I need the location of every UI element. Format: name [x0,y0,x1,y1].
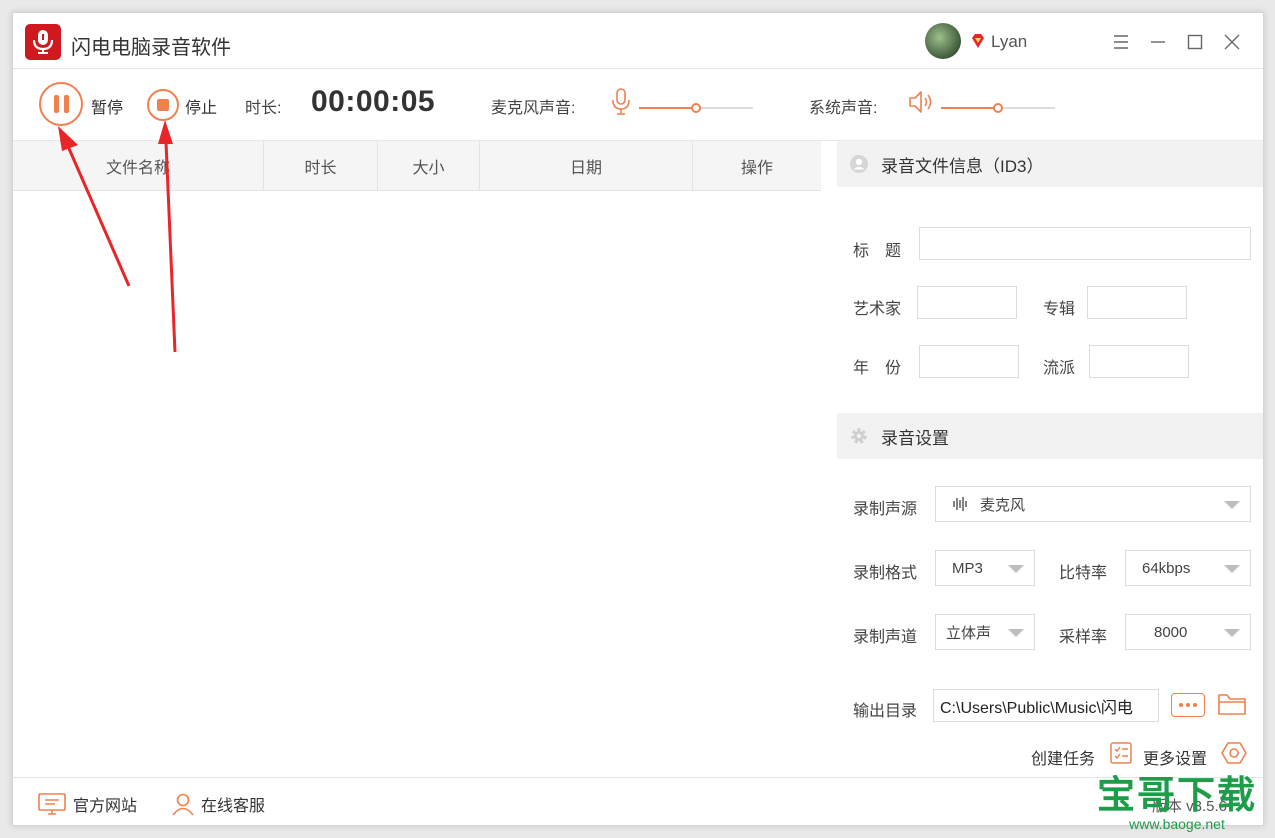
menu-icon[interactable] [1108,29,1134,55]
duration-value: 00:00:05 [311,85,436,118]
close-icon[interactable] [1219,29,1245,55]
chevron-down-icon [1224,629,1240,637]
gear-icon [851,428,867,444]
genre-label: 流派 [1043,360,1076,377]
bitrate-select-value: 64kbps [1142,559,1191,577]
title-field[interactable] [919,227,1251,260]
samplerate-label: 采样率 [1059,629,1108,646]
settings-section-header: 录音设置 [837,413,1263,459]
footer: 官方网站 在线客服 版本 v3.5.6 [13,777,1263,825]
duration-label: 时长: [245,100,282,117]
pause-icon [53,95,59,113]
source-label: 录制声源 [853,501,918,518]
microphone-icon[interactable] [611,87,631,117]
samplerate-select[interactable]: 8000 [1125,614,1251,650]
pause-button[interactable] [39,82,83,126]
stop-icon [157,99,169,111]
app-window: 闪电电脑录音软件 Lyan 暂停 停止 时长: 00:00:05 麦克风声音: … [12,12,1264,826]
title-label: 标 题 [853,243,902,260]
mic-volume-handle[interactable] [691,103,701,113]
chevron-down-icon [1224,501,1240,509]
samplerate-select-value: 8000 [1154,623,1188,641]
chevron-down-icon [1008,565,1024,573]
system-volume-label: 系统声音: [809,100,878,117]
stop-label[interactable]: 停止 [185,94,217,118]
source-select-value: 麦克风 [980,496,1026,514]
monitor-icon [38,793,66,815]
mic-volume-label: 麦克风声音: [491,100,576,117]
genre-field[interactable] [1089,345,1189,378]
id3-section-title: 录音文件信息（ID3） [881,156,1044,176]
official-website-link[interactable]: 官方网站 [37,792,137,816]
maximize-icon[interactable] [1182,29,1208,55]
create-task-link[interactable]: 创建任务 [1031,745,1095,769]
settings-section-title: 录音设置 [881,428,949,448]
column-header-date[interactable]: 日期 [480,141,693,190]
format-select[interactable]: MP3 [935,550,1035,586]
mic-volume-slider[interactable] [639,101,753,115]
task-list-icon[interactable] [1109,741,1133,770]
avatar[interactable] [925,23,961,59]
speaker-icon[interactable] [907,89,935,115]
artist-field[interactable] [917,286,1017,319]
column-header-actions: 操作 [740,159,773,177]
artist-label: 艺术家 [853,301,902,318]
output-dir-label: 输出目录 [853,703,918,720]
system-volume-slider[interactable] [941,101,1055,115]
open-folder-icon[interactable] [1217,691,1247,722]
table-header: 文件名称 时长 大小 日期 操作 [13,141,821,191]
right-panel: 录音文件信息（ID3） 标 题 艺术家 专辑 年 份 流派 录音设置 录制声源 … [837,141,1263,777]
user-circle-icon [850,155,868,173]
column-header-size[interactable]: 大小 [378,141,480,190]
bitrate-select[interactable]: 64kbps [1125,550,1251,586]
album-field[interactable] [1087,286,1187,319]
bitrate-label: 比特率 [1059,565,1108,582]
channel-select-value: 立体声 [946,624,992,642]
watermark-url: www.baoge.net [1129,816,1225,832]
year-field[interactable] [919,345,1019,378]
pause-label[interactable]: 暂停 [91,94,123,118]
title-bar: 闪电电脑录音软件 Lyan [13,13,1263,69]
minimize-icon[interactable] [1145,29,1171,55]
official-website-label: 官方网站 [73,798,138,815]
recording-toolbar: 暂停 停止 时长: 00:00:05 麦克风声音: 系统声音: [13,69,1263,141]
source-select[interactable]: 麦克风 [935,486,1251,522]
chevron-down-icon [1008,629,1024,637]
recording-file-table: 文件名称 时长 大小 日期 操作 [13,141,821,777]
stop-button[interactable] [147,89,179,121]
column-header-filename[interactable]: 文件名称 [13,141,264,190]
year-label: 年 份 [853,360,902,377]
system-volume-handle[interactable] [993,103,1003,113]
chevron-down-icon [1224,565,1240,573]
support-user-icon [172,793,194,816]
vip-diamond-icon [969,32,987,50]
format-label: 录制格式 [853,565,918,582]
watermark: 宝哥下载 www.baoge.net [1097,774,1257,832]
user-name[interactable]: Lyan [991,32,1027,52]
format-select-value: MP3 [952,559,983,577]
more-settings-link[interactable]: 更多设置 [1143,745,1207,769]
app-logo-icon [25,24,61,60]
audio-wave-icon [953,497,967,511]
id3-section-header: 录音文件信息（ID3） [837,141,1263,187]
online-support-link[interactable]: 在线客服 [171,792,265,816]
album-label: 专辑 [1043,301,1076,318]
watermark-title: 宝哥下载 [1096,773,1257,817]
output-dir-field[interactable]: C:\Users\Public\Music\闪电 [933,689,1159,722]
online-support-label: 在线客服 [201,798,266,815]
app-title: 闪电电脑录音软件 [71,37,231,59]
column-header-duration[interactable]: 时长 [264,141,378,190]
settings-hexagon-icon[interactable] [1221,741,1247,770]
channel-label: 录制声道 [853,629,918,646]
channel-select[interactable]: 立体声 [935,614,1035,650]
browse-more-button[interactable] [1171,693,1205,717]
